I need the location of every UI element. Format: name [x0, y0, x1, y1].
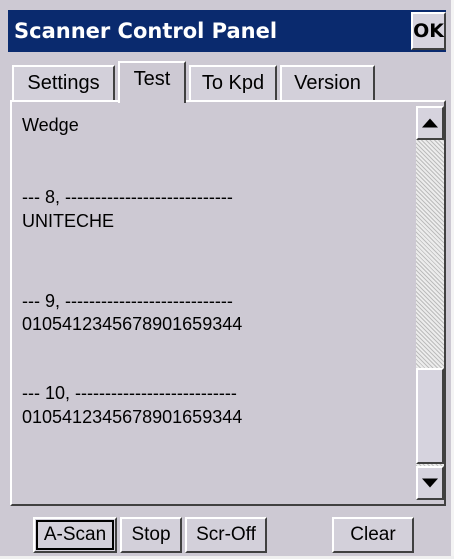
a-scan-button[interactable]: A-Scan — [33, 517, 117, 553]
window-title: Scanner Control Panel — [14, 19, 278, 43]
tab-test[interactable]: Test — [118, 61, 186, 103]
scroll-down-button[interactable] — [416, 466, 444, 500]
title-bar: Scanner Control Panel OK — [8, 10, 446, 52]
up-arrow-icon — [422, 118, 438, 128]
output-line: Wedge — [22, 115, 79, 135]
test-panel: Wedge --- 8, ---------------------------… — [10, 100, 446, 506]
tab-settings[interactable]: Settings — [12, 65, 115, 101]
scr-off-button[interactable]: Scr-Off — [185, 517, 267, 553]
clear-button[interactable]: Clear — [332, 517, 414, 553]
scroll-up-button[interactable] — [416, 106, 444, 140]
scan-output-text[interactable]: Wedge --- 8, ---------------------------… — [22, 102, 422, 502]
output-line: 0105412345678901659344 — [22, 407, 243, 427]
tab-to-kpd[interactable]: To Kpd — [189, 65, 277, 101]
vertical-scrollbar[interactable] — [416, 106, 444, 500]
output-line: --- 9, ---------------------------- — [22, 291, 233, 311]
stop-button[interactable]: Stop — [120, 517, 182, 553]
tab-version[interactable]: Version — [280, 65, 375, 101]
scanner-control-panel-window: Scanner Control Panel OK Settings Test T… — [0, 0, 454, 559]
output-line: 0105412345678901659344 — [22, 314, 243, 334]
ok-button[interactable]: OK — [411, 12, 446, 50]
output-line: --- 10, --------------------------- — [22, 383, 237, 403]
output-line: --- 8, ---------------------------- — [22, 187, 233, 207]
down-arrow-icon — [422, 478, 438, 488]
output-line: UNITECHE — [22, 211, 115, 231]
scroll-thumb[interactable] — [416, 368, 444, 464]
